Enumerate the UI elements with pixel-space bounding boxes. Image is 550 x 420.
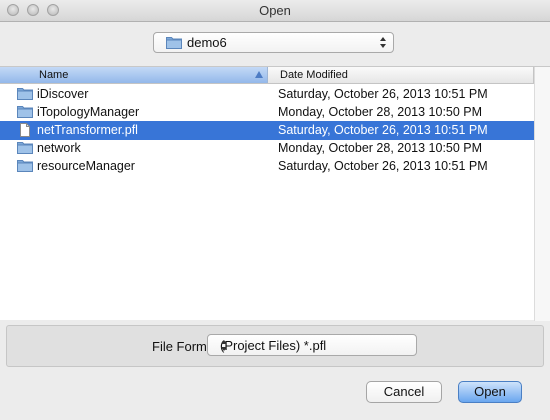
vertical-scrollbar[interactable] <box>534 67 550 321</box>
cancel-button[interactable]: Cancel <box>366 381 442 403</box>
file-date: Saturday, October 26, 2013 10:51 PM <box>278 87 488 101</box>
file-name: iDiscover <box>37 87 89 101</box>
file-format-value: (Project Files) *.pfl <box>220 338 327 353</box>
file-row-selected[interactable]: netTransformer.pfl Saturday, October 26,… <box>0 121 534 140</box>
folder-icon <box>166 36 182 52</box>
file-name: netTransformer.pfl <box>37 123 138 137</box>
document-icon <box>17 123 33 140</box>
file-date: Saturday, October 26, 2013 10:51 PM <box>278 123 488 137</box>
column-header: Name Date Modified <box>0 67 550 84</box>
title-bar: Open <box>0 0 550 22</box>
file-name: resourceManager <box>37 159 135 173</box>
file-row[interactable]: iTopologyManager Monday, October 28, 201… <box>0 103 534 122</box>
file-name: iTopologyManager <box>37 105 140 119</box>
open-button[interactable]: Open <box>458 381 522 403</box>
file-row[interactable]: network Monday, October 28, 2013 10:50 P… <box>0 139 534 158</box>
name-column-header[interactable]: Name <box>0 67 268 83</box>
file-name: network <box>37 141 81 155</box>
file-format-select[interactable]: (Project Files) *.pfl <box>207 334 417 356</box>
window-title: Open <box>259 3 291 18</box>
location-popup[interactable]: demo6 <box>153 32 394 53</box>
name-column-label: Name <box>39 69 69 81</box>
chevron-updown-icon <box>220 339 228 352</box>
date-column-header[interactable]: Date Modified <box>268 67 534 83</box>
file-browser: Name Date Modified iDiscover Saturday, O… <box>0 66 550 321</box>
file-row[interactable]: resourceManager Saturday, October 26, 20… <box>0 157 534 176</box>
file-date: Saturday, October 26, 2013 10:51 PM <box>278 159 488 173</box>
sort-ascending-icon <box>255 71 263 78</box>
chevron-updown-icon <box>379 36 387 49</box>
location-label: demo6 <box>187 35 227 50</box>
folder-icon <box>17 159 33 175</box>
folder-icon <box>17 141 33 157</box>
date-column-label: Date Modified <box>280 69 348 81</box>
file-row[interactable]: iDiscover Saturday, October 26, 2013 10:… <box>0 85 534 104</box>
folder-icon <box>17 105 33 121</box>
folder-icon <box>17 87 33 103</box>
file-date: Monday, October 28, 2013 10:50 PM <box>278 105 483 119</box>
file-date: Monday, October 28, 2013 10:50 PM <box>278 141 483 155</box>
